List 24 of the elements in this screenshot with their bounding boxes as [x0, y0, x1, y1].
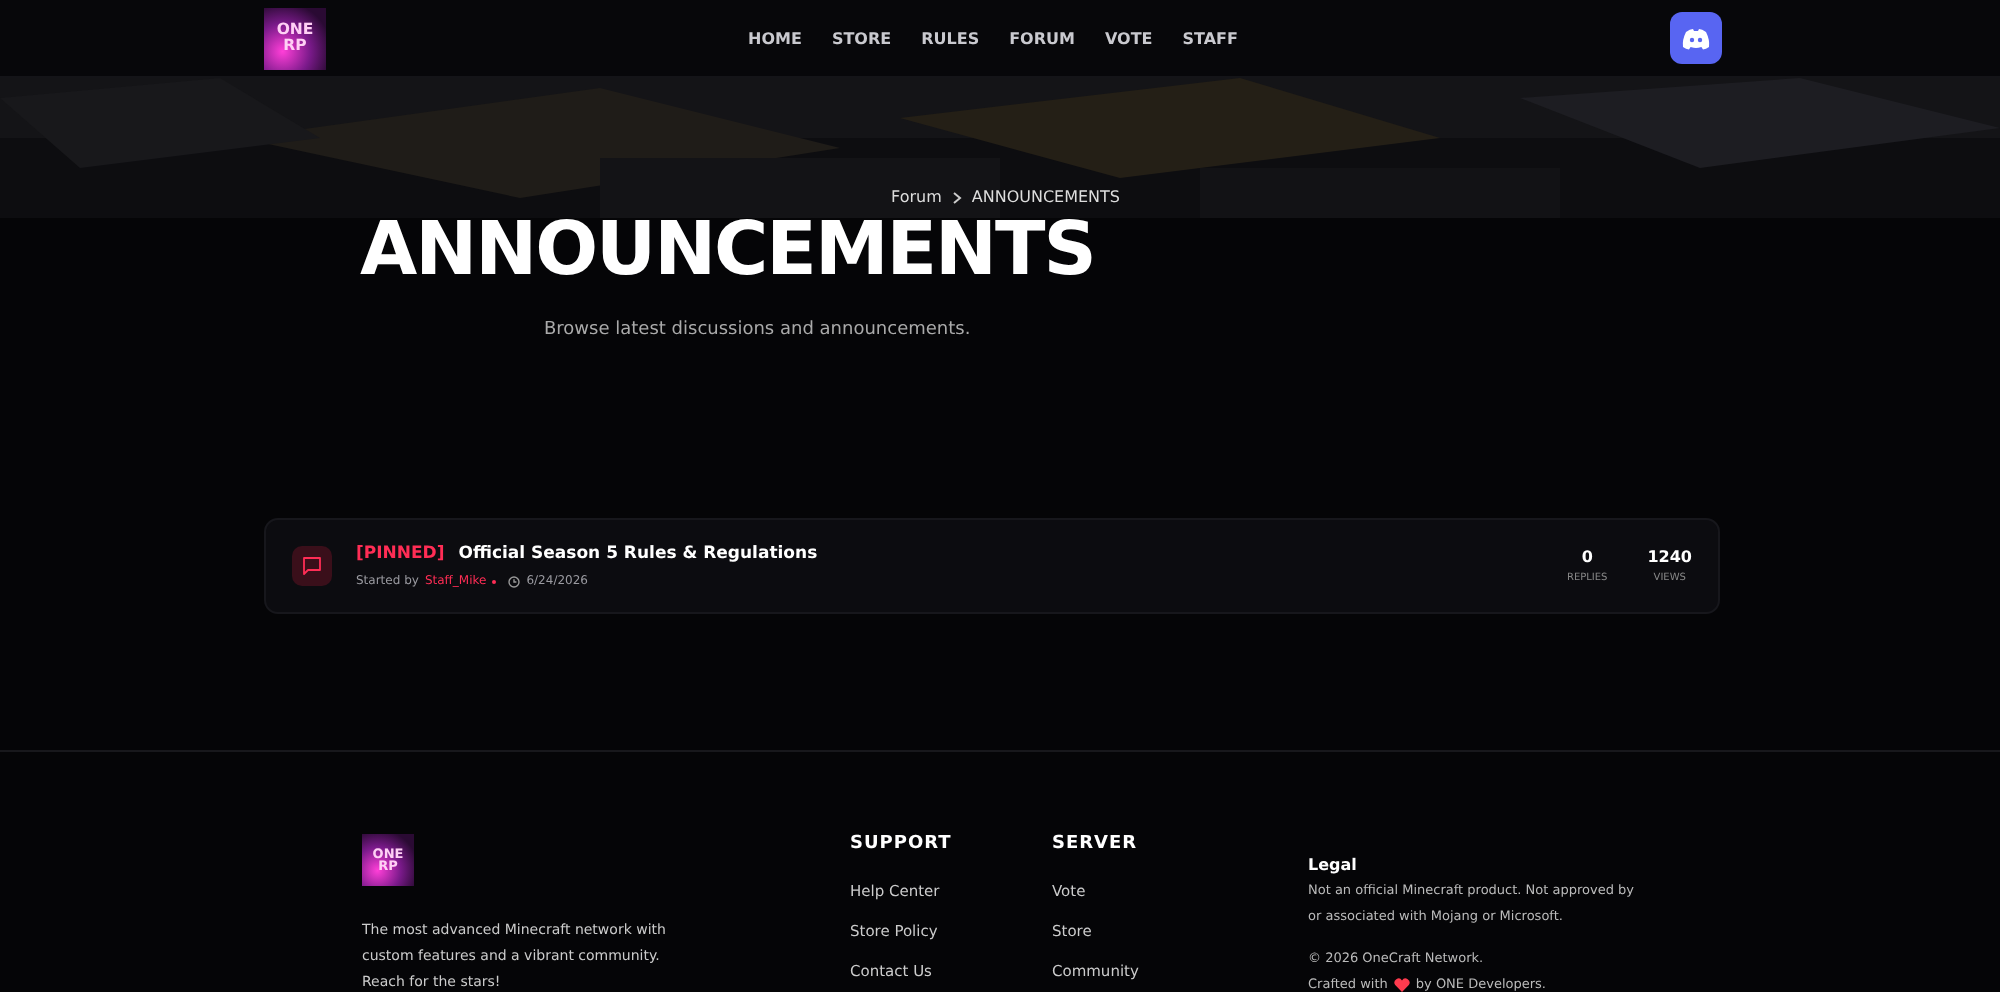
- page-title: ANNOUNCEMENTS: [360, 210, 1097, 292]
- heart-icon: [1393, 978, 1410, 992]
- pinned-tag: [PINNED]: [356, 544, 445, 564]
- breadcrumb-current: ANNOUNCEMENTS: [971, 188, 1120, 206]
- nav-link[interactable]: FORUM: [1009, 29, 1075, 47]
- nav-link[interactable]: VOTE: [1104, 29, 1153, 47]
- stat-value: 1240: [1647, 548, 1692, 566]
- game-controller-icon: [1682, 27, 1710, 49]
- nav-link[interactable]: RULES: [921, 29, 980, 47]
- column-title: SERVER: [1052, 834, 1140, 854]
- chevron-right-icon: [951, 191, 962, 203]
- nav-link[interactable]: STORE: [831, 29, 892, 47]
- breadcrumb-link[interactable]: Forum: [891, 188, 942, 206]
- nav-link[interactable]: HOME: [748, 29, 802, 47]
- online-dot: [492, 579, 497, 583]
- page-subtitle: Browse latest discussions and announcements.: [544, 319, 973, 340]
- column-title: SUPPORT: [850, 834, 954, 854]
- nav-link[interactable]: STAFF: [1182, 29, 1238, 47]
- clock-icon: [508, 575, 521, 587]
- message-icon: [292, 546, 332, 586]
- discord-button[interactable]: [1670, 12, 1722, 64]
- thread-title[interactable]: Official Season 5 Rules & Regulations: [458, 544, 818, 564]
- legal-title: Legal: [1308, 856, 1359, 874]
- stat-value: 0: [1581, 548, 1593, 566]
